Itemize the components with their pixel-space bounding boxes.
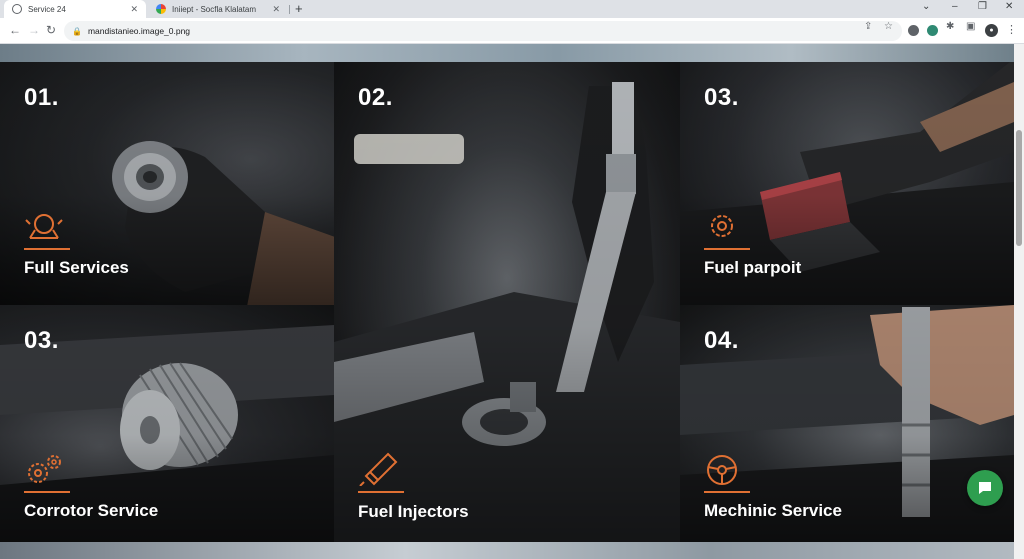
tab-separator: [289, 5, 290, 14]
scrollbar-thumb[interactable]: [1016, 130, 1022, 246]
bookmark-star-icon[interactable]: ☆: [884, 21, 893, 32]
tab-title: Iniiept - Socfla Klalatam: [172, 4, 257, 14]
close-tab-icon[interactable]: ✕: [272, 4, 280, 15]
side-panel-icon[interactable]: ▣: [966, 21, 975, 32]
reload-icon[interactable]: ↻: [46, 23, 56, 37]
card-label: Mechinic Service: [704, 501, 842, 520]
engine-service-icon: [25, 214, 63, 239]
menu-kebab-icon[interactable]: ⋮: [1006, 23, 1017, 36]
card-number: 01.: [24, 84, 59, 111]
service-card-full-services[interactable]: 01. Full Services: [0, 62, 334, 305]
tab-service-24[interactable]: Service 24 ✕: [4, 0, 146, 18]
card-number: 02.: [358, 84, 393, 111]
extension-shield-icon[interactable]: [908, 25, 919, 36]
card-number: 03.: [24, 327, 59, 354]
chat-bubble-icon: [979, 482, 991, 494]
service-card-fuel-parpoit[interactable]: 03. Fuel parpoit: [680, 62, 1014, 305]
new-tab-button[interactable]: +: [295, 1, 303, 16]
tab-iniiept[interactable]: Iniiept - Socfla Klalatam ✕: [148, 0, 288, 18]
google-icon: [156, 4, 166, 14]
share-icon[interactable]: ⇪: [864, 21, 872, 32]
accent-divider: [704, 248, 750, 250]
card-label: Full Services: [24, 258, 129, 277]
minimize-button[interactable]: –: [952, 1, 958, 12]
profile-avatar[interactable]: ●: [985, 24, 998, 37]
fuel-injector-icon: [359, 452, 398, 486]
steering-wheel-icon: [707, 455, 737, 485]
extensions-puzzle-icon[interactable]: ✱: [946, 21, 954, 32]
back-arrow-icon[interactable]: ←: [9, 23, 21, 37]
accent-divider: [358, 491, 404, 493]
accent-divider: [24, 248, 70, 250]
restore-button[interactable]: ❐: [978, 1, 987, 12]
chat-button[interactable]: [967, 470, 1003, 506]
service-card-fuel-injectors[interactable]: 02. Fuel Injectors: [334, 62, 680, 542]
page-viewport: 01. Full Services 02. Fuel Injectors 03.…: [0, 44, 1024, 559]
forward-arrow-icon[interactable]: →: [28, 23, 40, 37]
tab-search-icon[interactable]: ⌄: [922, 1, 930, 12]
globe-icon: [12, 4, 22, 14]
card-label: Fuel parpoit: [704, 258, 802, 277]
extension-circle-icon[interactable]: [927, 25, 938, 36]
previous-section-image: [0, 44, 1014, 62]
close-window-button[interactable]: ✕: [1005, 1, 1013, 12]
close-tab-icon[interactable]: ✕: [130, 4, 138, 15]
accent-divider: [704, 491, 750, 493]
card-label: Fuel Injectors: [358, 502, 469, 521]
gears-icon: [28, 455, 61, 483]
url-text: mandistanieo.image_0.png: [87, 26, 191, 36]
accent-divider: [24, 491, 70, 493]
card-number: 03.: [704, 84, 739, 111]
service-card-mechinic-service[interactable]: 04. Mechinic Service: [680, 305, 1014, 542]
browser-toolbar: ← → ↻ 🔒 mandistanieo.image_0.png ⇪ ☆ ✱ ▣…: [0, 18, 1024, 44]
card-label: Corrotor Service: [24, 501, 159, 520]
address-bar[interactable]: 🔒 mandistanieo.image_0.png: [64, 21, 902, 41]
tab-title: Service 24: [28, 4, 66, 14]
gear-wrench-icon: [711, 215, 733, 237]
card-number: 04.: [704, 327, 739, 354]
next-section-image: [0, 542, 1014, 559]
page-scrollbar[interactable]: [1014, 44, 1024, 559]
tab-strip: Service 24 ✕ Iniiept - Socfla Klalatam ✕…: [0, 0, 1024, 18]
lock-icon: 🔒: [72, 26, 82, 36]
service-card-corrotor-service[interactable]: 03. Corrotor Service: [0, 305, 334, 542]
